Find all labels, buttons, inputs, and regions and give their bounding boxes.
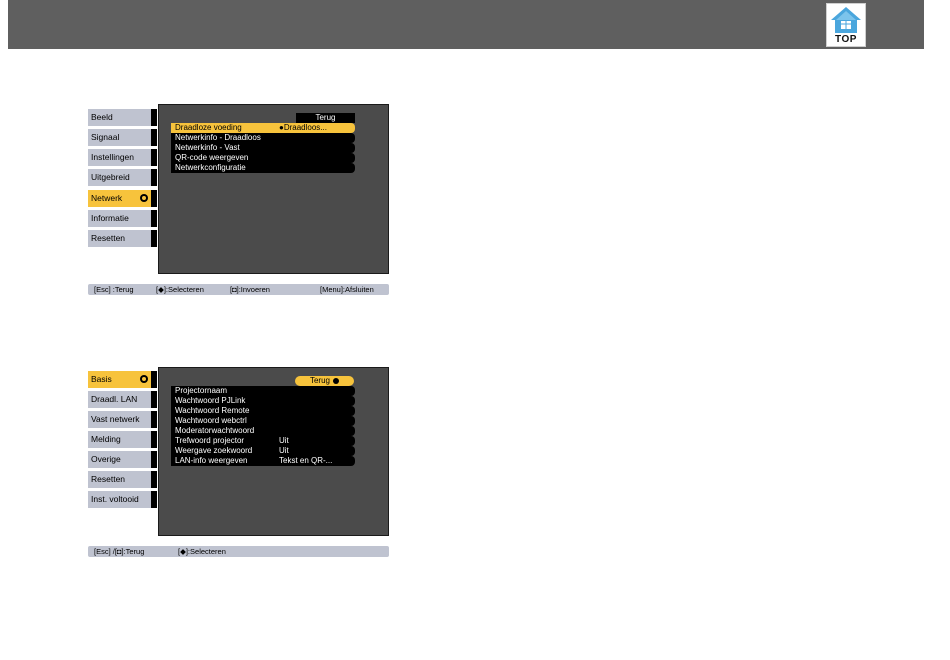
menu-item-projectornaam[interactable]: Projectornaam [171,386,355,396]
sidebar-item-informatie[interactable]: Informatie [88,210,157,227]
top-home-button[interactable]: TOP [826,3,866,47]
sidebar-item-basis[interactable]: Basis [88,371,157,388]
menu-item-qr-code-weergeven[interactable]: QR-code weergeven [171,153,355,163]
enter-icon [333,377,339,384]
sidebar-item-netwerk[interactable]: Netwerk [88,190,157,207]
sidebar-item-melding[interactable]: Melding [88,431,157,448]
sidebar-item-instellingen[interactable]: Instellingen [88,149,157,166]
menu-item-netwerkconfiguratie[interactable]: Netwerkconfiguratie [171,163,355,173]
enter-icon [140,194,148,202]
back-button[interactable]: Terug [295,376,354,386]
sidebar-item-uitgebreid[interactable]: Uitgebreid [88,169,157,186]
key-hint-bar: [Esc] :Terug [◆]:Selecteren [◘]:Invoeren… [88,284,389,295]
basic-options-panel: Terug Projectornaam Wachtwoord PJLink Wa… [158,367,389,536]
sidebar-item-overige[interactable]: Overige [88,451,157,468]
menu-item-lan-info-weergeven[interactable]: LAN-info weergeven Tekst en QR-... [171,456,355,466]
back-button[interactable]: Terug [296,113,355,123]
sidebar-item-signaal[interactable]: Signaal [88,129,157,146]
sidebar-item-beeld[interactable]: Beeld [88,109,157,126]
menu-item-moderatorwachtwoord[interactable]: Moderatorwachtwoord [171,426,355,436]
osd-basic-menu: Basis Draadl. LAN Vast netwerk Melding O… [88,367,390,557]
enter-icon [140,375,148,383]
sidebar-item-vast-netwerk[interactable]: Vast netwerk [88,411,157,428]
menu-item-trefwoord-projector[interactable]: Trefwoord projector Uit [171,436,355,446]
menu-item-wachtwoord-pjlink[interactable]: Wachtwoord PJLink [171,396,355,406]
menu-item-wachtwoord-remote[interactable]: Wachtwoord Remote [171,406,355,416]
sidebar-item-resetten[interactable]: Resetten [88,471,157,488]
sidebar-item-inst-voltooid[interactable]: Inst. voltooid [88,491,157,508]
menu-item-wachtwoord-webctrl[interactable]: Wachtwoord webctrl [171,416,355,426]
sidebar-item-resetten[interactable]: Resetten [88,230,157,247]
menu-item-netwerkinfo-draadloos[interactable]: Netwerkinfo - Draadloos [171,133,355,143]
menu-item-netwerkinfo-vast[interactable]: Netwerkinfo - Vast [171,143,355,153]
menu-item-weergave-zoekwoord[interactable]: Weergave zoekwoord Uit [171,446,355,456]
menu-item-draadloze-voeding[interactable]: Draadloze voeding ●Draadloos... [171,123,355,133]
sidebar-item-draadl-lan[interactable]: Draadl. LAN [88,391,157,408]
header-bar [8,0,924,49]
network-options-panel: Terug Draadloze voeding ●Draadloos... Ne… [158,104,389,274]
osd-network-menu: Beeld Signaal Instellingen Uitgebreid Ne… [88,104,390,295]
key-hint-bar: [Esc] /[◘]:Terug [◆]:Selecteren [88,546,389,557]
home-icon [831,7,861,33]
top-label: TOP [835,34,857,45]
